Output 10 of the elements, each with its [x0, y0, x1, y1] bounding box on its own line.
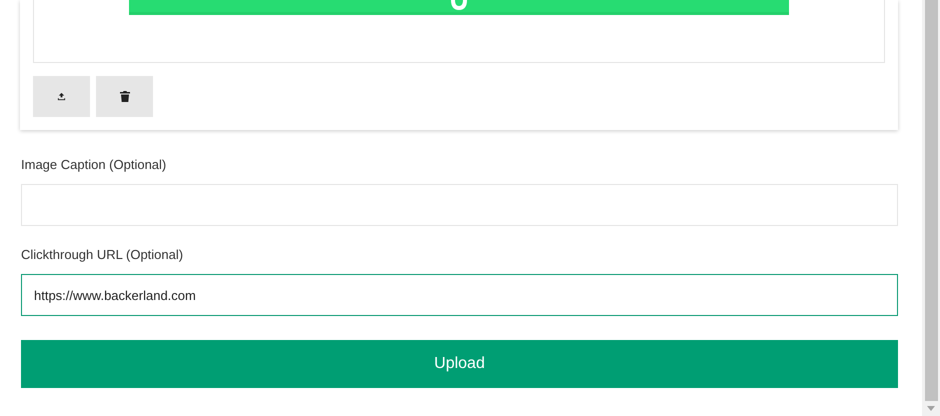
input-field[interactable]	[21, 184, 898, 226]
field-label: Image Caption (Optional)	[21, 157, 168, 173]
field-label: Clickthrough URL (Optional)	[21, 247, 184, 263]
scroll-down-icon[interactable]	[927, 406, 935, 411]
upload-button[interactable]	[33, 76, 90, 117]
scrollbar[interactable]	[922, 0, 940, 416]
trash-icon	[120, 91, 130, 102]
upload-icon	[57, 92, 66, 101]
input-field[interactable]: https://www.backerland.com	[21, 274, 898, 316]
delete-button[interactable]	[96, 76, 153, 117]
